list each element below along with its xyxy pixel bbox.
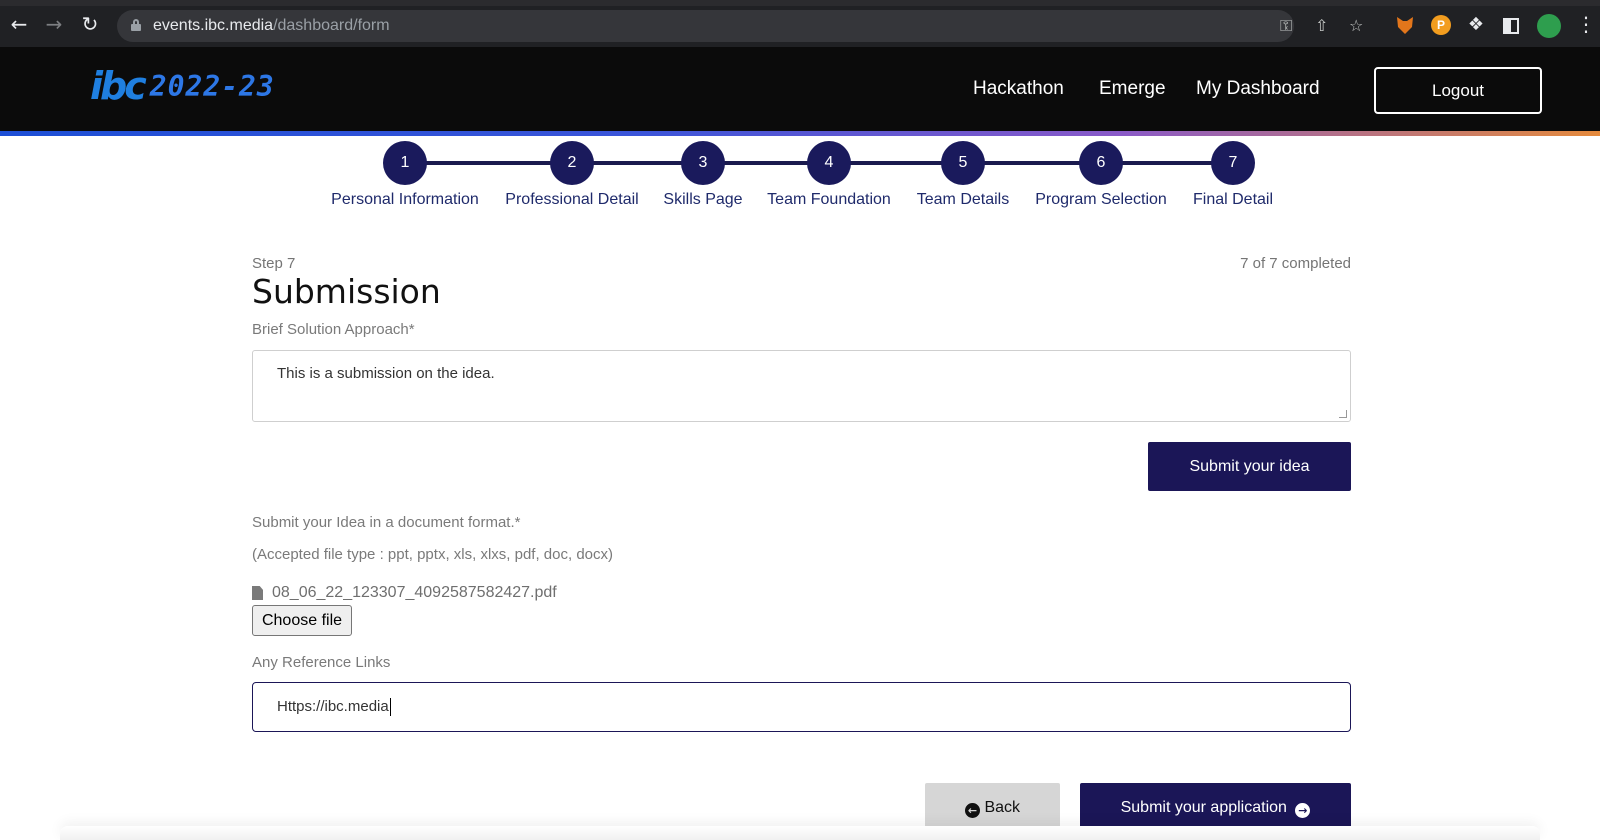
footer-shadow <box>60 826 1540 840</box>
back-button-label: Back <box>984 799 1021 816</box>
solution-approach-value: This is a submission on the idea. <box>277 365 495 382</box>
reference-links-label: Any Reference Links <box>252 654 391 671</box>
share-icon[interactable]: ⇧ <box>1315 16 1328 35</box>
resize-handle-icon[interactable] <box>1339 410 1347 418</box>
url-text: events.ibc.media/dashboard/form <box>153 17 390 34</box>
uploaded-file[interactable]: 08_06_22_123307_4092587582427.pdf <box>252 584 557 602</box>
step-label-team-details[interactable]: Team Details <box>917 191 1009 209</box>
submit-idea-button[interactable]: Submit your idea <box>1148 442 1351 491</box>
extension-p-icon[interactable]: P <box>1431 15 1451 35</box>
puzzle-icon[interactable]: ❖ <box>1466 15 1486 35</box>
submit-application-label: Submit your application <box>1120 799 1287 816</box>
logout-button[interactable]: Logout <box>1374 67 1542 114</box>
step-circle-5[interactable]: 5 <box>941 141 985 185</box>
step-label-program-selection[interactable]: Program Selection <box>1035 191 1167 209</box>
arrow-right-circle-icon: → <box>1295 803 1311 818</box>
side-panel-icon[interactable] <box>1503 18 1519 34</box>
reference-links-value: Https://ibc.media <box>277 698 389 715</box>
progress-text: 7 of 7 completed <box>1240 255 1351 272</box>
step-label-team-foundation[interactable]: Team Foundation <box>767 191 891 209</box>
accepted-file-types: (Accepted file type : ppt, pptx, xls, xl… <box>252 546 613 563</box>
file-name: 08_06_22_123307_4092587582427.pdf <box>272 584 557 601</box>
nav-link-emerge[interactable]: Emerge <box>1099 78 1166 100</box>
choose-file-button[interactable]: Choose file <box>252 605 352 636</box>
solution-approach-textarea[interactable]: This is a submission on the idea. <box>252 350 1351 422</box>
nav-link-my-dashboard[interactable]: My Dashboard <box>1196 78 1320 100</box>
step-label-professional-detail[interactable]: Professional Detail <box>505 191 638 209</box>
forward-arrow-icon[interactable]: → <box>43 13 65 35</box>
step-circle-7[interactable]: 7 <box>1211 141 1255 185</box>
back-arrow-icon[interactable]: ← <box>8 13 30 35</box>
step-circle-4[interactable]: 4 <box>807 141 851 185</box>
reference-links-input[interactable]: Https://ibc.media <box>252 682 1351 732</box>
submit-application-button[interactable]: Submit your application → <box>1080 783 1351 832</box>
header-gradient-bar <box>0 131 1600 136</box>
arrow-left-circle-icon: ← <box>964 803 980 818</box>
reload-icon[interactable]: ↻ <box>79 13 101 35</box>
text-caret <box>389 698 391 717</box>
page-title: Submission <box>252 272 441 311</box>
browser-toolbar: ← → ↻ events.ibc.media/dashboard/form ⚿ … <box>0 0 1600 47</box>
step-label-personal-information[interactable]: Personal Information <box>331 191 479 209</box>
approach-label: Brief Solution Approach* <box>252 321 415 338</box>
step-circle-1[interactable]: 1 <box>383 141 427 185</box>
logo-text: ibc <box>90 64 147 108</box>
key-icon[interactable]: ⚿ <box>1280 16 1292 36</box>
address-bar[interactable]: events.ibc.media/dashboard/form ⚿ ⇧ ☆ <box>117 10 1363 42</box>
step-label-final-detail[interactable]: Final Detail <box>1193 191 1273 209</box>
logo-year: 2022-23 <box>149 69 275 103</box>
step-circle-6[interactable]: 6 <box>1079 141 1123 185</box>
step-indicator: Step 7 <box>252 255 296 272</box>
step-label-skills-page[interactable]: Skills Page <box>663 191 742 209</box>
ibc-logo[interactable]: ibc 2022-23 <box>90 64 275 108</box>
lock-icon <box>131 19 141 31</box>
profile-avatar[interactable] <box>1537 14 1561 38</box>
star-icon[interactable]: ☆ <box>1349 16 1363 35</box>
nav-link-hackathon[interactable]: Hackathon <box>973 78 1064 100</box>
more-menu-icon[interactable]: ⋮ <box>1575 13 1597 35</box>
tab-strip <box>0 0 1600 6</box>
back-button[interactable]: ← Back <box>925 783 1060 832</box>
document-label: Submit your Idea in a document format.* <box>252 514 521 531</box>
pdf-file-icon <box>252 586 263 600</box>
step-circle-3[interactable]: 3 <box>681 141 725 185</box>
metamask-icon[interactable] <box>1397 17 1413 34</box>
step-circle-2[interactable]: 2 <box>550 141 594 185</box>
